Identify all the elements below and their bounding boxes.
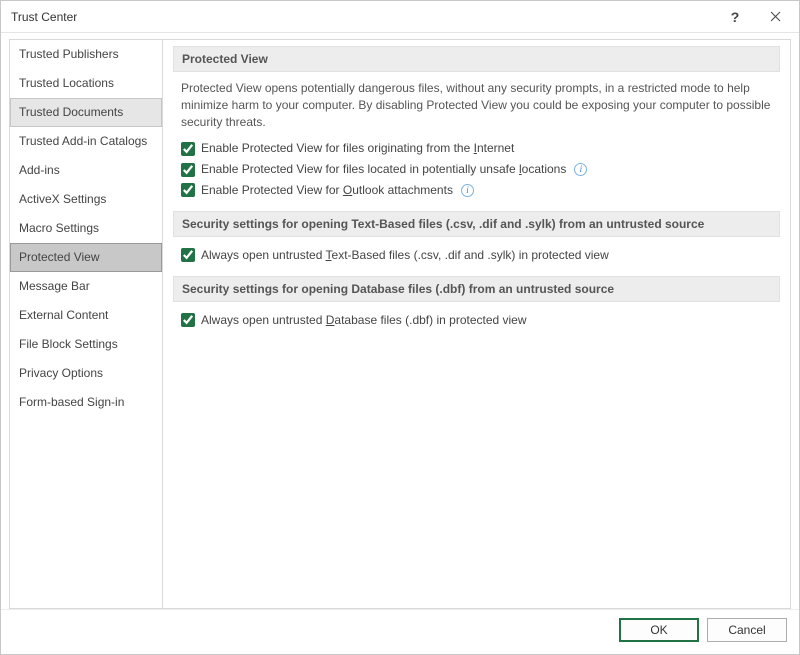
window-title: Trust Center xyxy=(11,10,715,24)
sidebar-item-protected-view[interactable]: Protected View xyxy=(10,243,162,272)
section-header-text-based: Security settings for opening Text-Based… xyxy=(173,211,780,237)
sidebar-item-label: Trusted Publishers xyxy=(19,47,119,61)
sidebar-item-label: Privacy Options xyxy=(19,366,103,380)
titlebar: Trust Center ? xyxy=(1,1,799,33)
close-button[interactable] xyxy=(755,2,795,32)
ok-button[interactable]: OK xyxy=(619,618,699,642)
section-header-protected-view: Protected View xyxy=(173,46,780,72)
sidebar-item-addins[interactable]: Add-ins xyxy=(10,156,162,185)
section-header-database: Security settings for opening Database f… xyxy=(173,276,780,302)
option-internet-files: Enable Protected View for files originat… xyxy=(173,138,780,159)
sidebar-item-activex-settings[interactable]: ActiveX Settings xyxy=(10,185,162,214)
sidebar-item-label: External Content xyxy=(19,308,108,322)
checkbox-label: Enable Protected View for Outlook attach… xyxy=(201,182,453,199)
sidebar-item-form-based-signin[interactable]: Form-based Sign-in xyxy=(10,388,162,417)
sidebar-item-label: Form-based Sign-in xyxy=(19,395,124,409)
cancel-button[interactable]: Cancel xyxy=(707,618,787,642)
sidebar-item-trusted-publishers[interactable]: Trusted Publishers xyxy=(10,40,162,69)
sidebar-item-label: Add-ins xyxy=(19,163,60,177)
sidebar: Trusted Publishers Trusted Locations Tru… xyxy=(9,39,163,609)
checkbox-label: Always open untrusted Database files (.d… xyxy=(201,312,527,329)
sidebar-item-trusted-addin-catalogs[interactable]: Trusted Add-in Catalogs xyxy=(10,127,162,156)
sidebar-item-label: ActiveX Settings xyxy=(19,192,106,206)
option-outlook-attachments: Enable Protected View for Outlook attach… xyxy=(173,180,780,201)
sidebar-item-label: File Block Settings xyxy=(19,337,118,351)
option-unsafe-locations: Enable Protected View for files located … xyxy=(173,159,780,180)
checkbox-unsafe-locations[interactable] xyxy=(181,163,195,177)
sidebar-item-macro-settings[interactable]: Macro Settings xyxy=(10,214,162,243)
option-database-files: Always open untrusted Database files (.d… xyxy=(173,310,780,331)
checkbox-internet-files[interactable] xyxy=(181,142,195,156)
sidebar-item-trusted-documents[interactable]: Trusted Documents xyxy=(10,98,162,127)
protected-view-description: Protected View opens potentially dangero… xyxy=(173,80,780,138)
sidebar-item-message-bar[interactable]: Message Bar xyxy=(10,272,162,301)
content-area: Trusted Publishers Trusted Locations Tru… xyxy=(1,33,799,609)
option-text-based-files: Always open untrusted Text-Based files (… xyxy=(173,245,780,266)
close-icon xyxy=(770,11,781,22)
sidebar-item-privacy-options[interactable]: Privacy Options xyxy=(10,359,162,388)
checkbox-text-based-files[interactable] xyxy=(181,248,195,262)
sidebar-item-label: Trusted Locations xyxy=(19,76,114,90)
help-button[interactable]: ? xyxy=(715,2,755,32)
sidebar-item-label: Protected View xyxy=(19,250,100,264)
sidebar-item-trusted-locations[interactable]: Trusted Locations xyxy=(10,69,162,98)
checkbox-label: Enable Protected View for files originat… xyxy=(201,140,514,157)
checkbox-database-files[interactable] xyxy=(181,313,195,327)
checkbox-label: Always open untrusted Text-Based files (… xyxy=(201,247,609,264)
sidebar-item-label: Message Bar xyxy=(19,279,90,293)
main-panel: Protected View Protected View opens pote… xyxy=(163,39,791,609)
checkbox-outlook-attachments[interactable] xyxy=(181,183,195,197)
info-icon[interactable]: i xyxy=(574,163,587,176)
info-icon[interactable]: i xyxy=(461,184,474,197)
sidebar-item-label: Macro Settings xyxy=(19,221,99,235)
sidebar-item-file-block-settings[interactable]: File Block Settings xyxy=(10,330,162,359)
sidebar-item-label: Trusted Add-in Catalogs xyxy=(19,134,147,148)
sidebar-item-label: Trusted Documents xyxy=(19,105,123,119)
sidebar-item-external-content[interactable]: External Content xyxy=(10,301,162,330)
checkbox-label: Enable Protected View for files located … xyxy=(201,161,566,178)
dialog-footer: OK Cancel xyxy=(1,609,799,649)
